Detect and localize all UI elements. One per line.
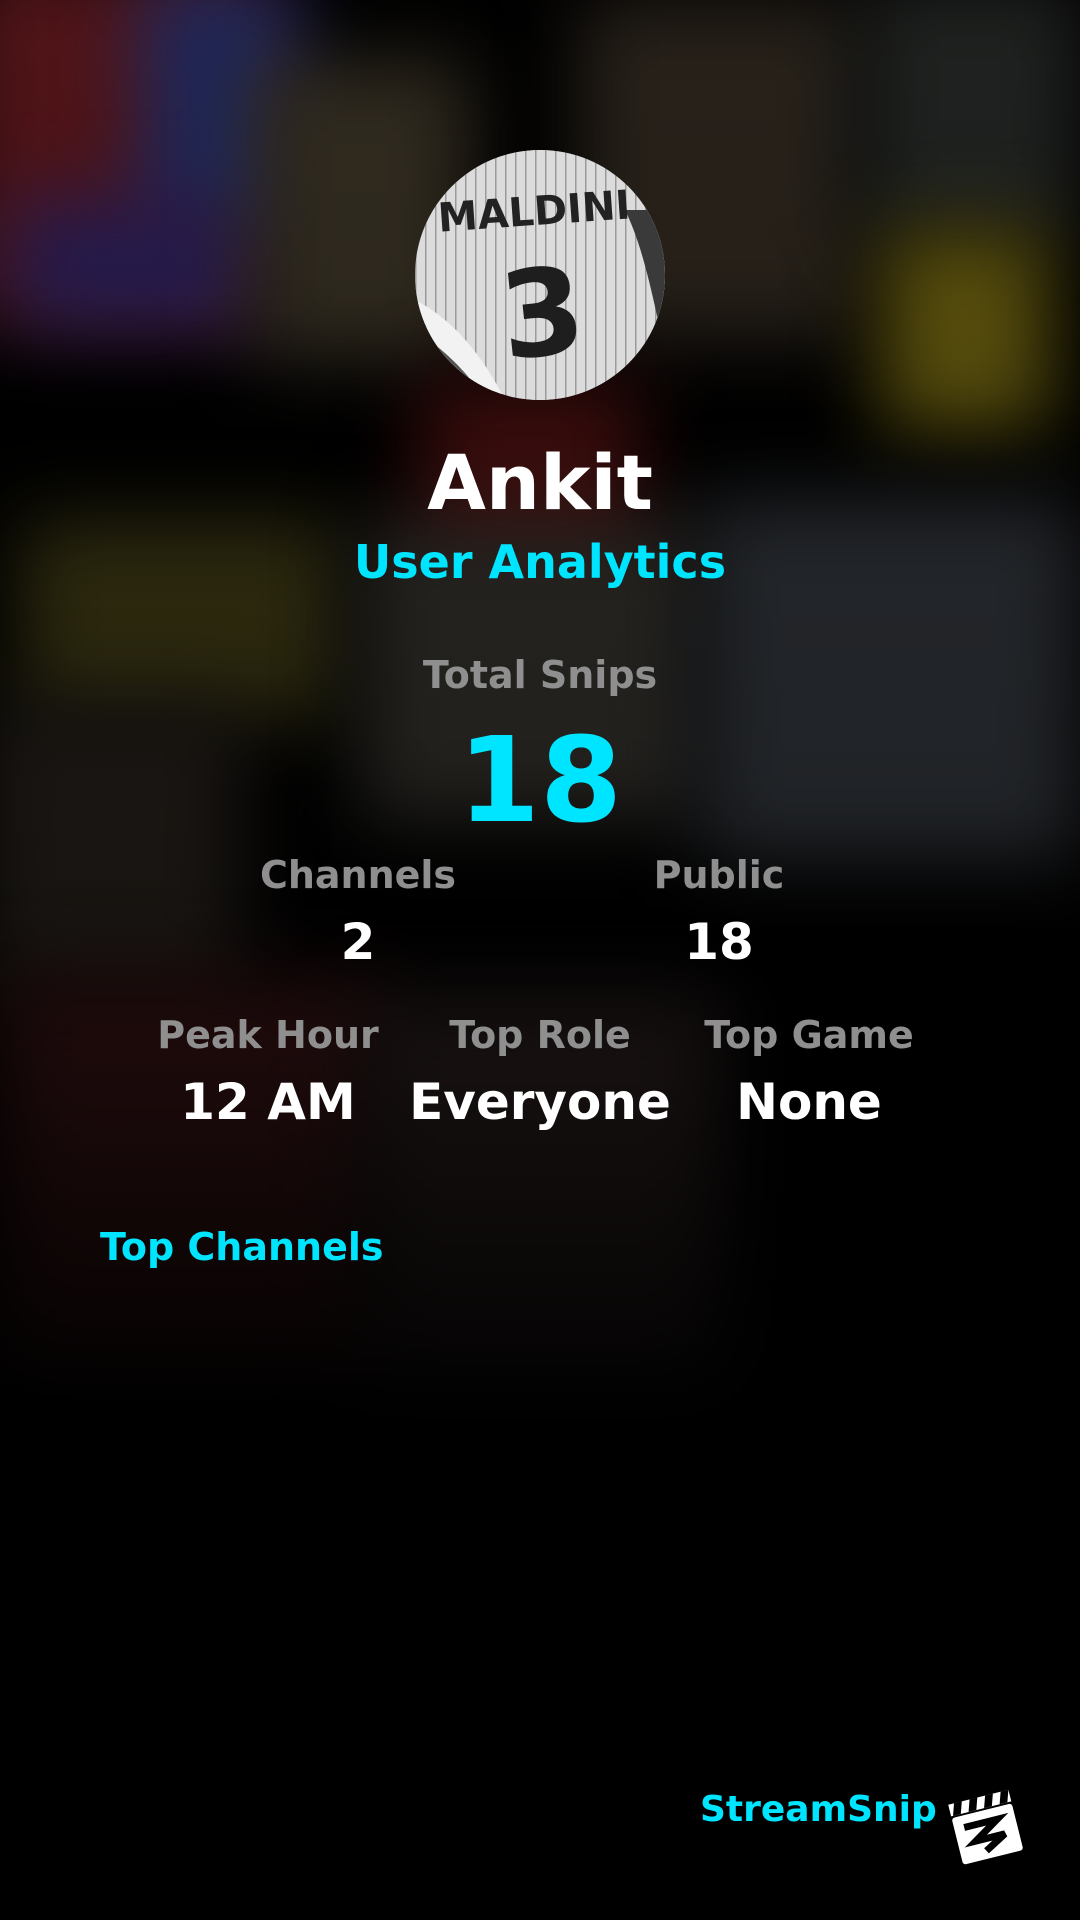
channels-value: 2 — [340, 913, 376, 971]
total-snips-label: Total Snips — [422, 653, 658, 697]
clapperboard-logo-icon — [947, 1788, 1027, 1868]
top-game-value: None — [736, 1073, 882, 1131]
jersey-avatar-icon: MALDINI 3 — [415, 150, 665, 400]
user-name: Ankit — [427, 438, 653, 527]
public-label: Public — [653, 853, 785, 897]
profile-avatar: MALDINI 3 — [415, 150, 665, 400]
top-role-value: Everyone — [409, 1073, 671, 1131]
total-snips-value: 18 — [457, 711, 623, 849]
top-role-label: Top Role — [449, 1013, 631, 1057]
peak-hour-label: Peak Hour — [157, 1013, 379, 1057]
channels-label: Channels — [259, 853, 457, 897]
top-game-label: Top Game — [704, 1013, 914, 1057]
brand-name: StreamSnip — [700, 1789, 937, 1830]
public-value: 18 — [684, 913, 754, 971]
svg-text:3: 3 — [494, 241, 592, 388]
page-subtitle: User Analytics — [353, 535, 727, 589]
peak-hour-value: 12 AM — [180, 1073, 356, 1131]
top-channels-heading: Top Channels — [100, 1225, 384, 1269]
